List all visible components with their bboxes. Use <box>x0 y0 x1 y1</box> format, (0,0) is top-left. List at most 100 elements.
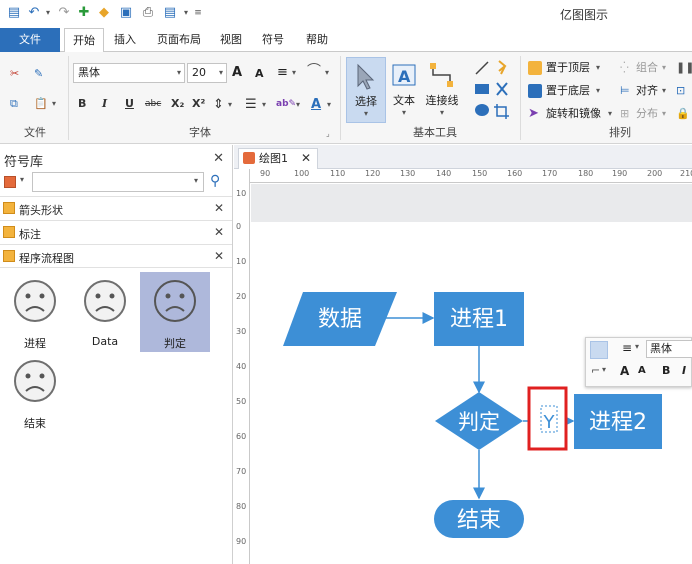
format-painter-icon[interactable]: ✎ <box>34 66 43 82</box>
close-icon[interactable]: ✕ <box>214 201 224 215</box>
print-icon[interactable]: ⎙ <box>140 5 156 21</box>
paste-dropdown-icon[interactable]: ▾ <box>52 96 56 112</box>
category-flowchart[interactable]: 程序流程图 ✕ <box>0 244 232 268</box>
line-spacing-dropdown-icon[interactable]: ▾ <box>228 100 232 109</box>
strikethrough-button[interactable]: abc <box>145 99 161 109</box>
save-icon[interactable]: ▣ <box>118 5 134 21</box>
align-text-dropdown-icon[interactable]: ▾ <box>292 65 296 81</box>
symbol-search-input[interactable] <box>32 172 204 192</box>
connector-style-dropdown-icon[interactable]: ▾ <box>602 365 606 374</box>
library-menu-dropdown-icon[interactable]: ▾ <box>20 175 24 184</box>
symbol-decision[interactable]: 判定 <box>140 272 210 352</box>
align-dropdown-icon[interactable]: ▾ <box>662 83 666 99</box>
customize-toolbar-icon[interactable]: ≡ <box>190 5 206 21</box>
connector-style-icon[interactable]: ⌐ <box>591 364 600 377</box>
shrink-font-button[interactable]: A <box>255 66 264 82</box>
ruler-tick: 200 <box>647 169 663 178</box>
send-to-back-button[interactable]: 置于底层 <box>546 83 590 99</box>
symbol-label: 判定 <box>164 337 186 350</box>
text-tool-button[interactable]: A 文本 ▾ <box>384 57 424 123</box>
search-history-dropdown-icon[interactable]: ▾ <box>194 176 198 185</box>
tab-page-layout[interactable]: 页面布局 <box>150 28 208 52</box>
close-icon[interactable]: ✕ <box>214 249 224 263</box>
tab-help[interactable]: 帮助 <box>300 28 334 52</box>
group-dropdown-icon[interactable]: ▾ <box>662 60 666 76</box>
open-icon[interactable]: ◆ <box>96 5 112 21</box>
tab-symbol[interactable]: 符号 <box>256 28 290 52</box>
close-icon[interactable]: ✕ <box>214 225 224 239</box>
grow-font-button[interactable]: A <box>620 364 629 378</box>
font-color-button[interactable]: A <box>311 97 321 112</box>
curve-tool-icon[interactable] <box>498 60 507 75</box>
grow-font-button[interactable]: A <box>232 65 242 81</box>
ellipse-tool-icon[interactable] <box>475 104 489 116</box>
line-tool-icon[interactable] <box>475 61 489 75</box>
symbol-data[interactable]: Data <box>70 272 140 352</box>
close-icon[interactable]: ✕ <box>301 149 311 168</box>
bring-to-front-button[interactable]: 置于顶层 <box>546 60 590 76</box>
redo-icon[interactable]: ↷ <box>56 5 72 21</box>
text-align-icon[interactable]: ≡ <box>622 341 632 355</box>
export-icon[interactable]: ▤ <box>162 5 178 21</box>
underline-button[interactable]: U <box>125 97 134 110</box>
line-style-dropdown-icon[interactable]: ▾ <box>325 65 329 81</box>
tab-home[interactable]: 开始 <box>64 28 104 53</box>
rotate-mirror-button[interactable]: 旋转和镜像 <box>546 106 601 122</box>
tab-file[interactable]: 文件 <box>0 28 60 52</box>
floating-font-select[interactable]: 黑体 <box>646 340 692 358</box>
new-icon[interactable]: ✚ <box>76 5 92 21</box>
text-highlight-dropdown-icon[interactable]: ▾ <box>296 100 300 109</box>
paste-icon[interactable]: 📋 <box>34 96 48 112</box>
subscript-button[interactable]: X₂ <box>171 97 184 110</box>
search-icon[interactable]: ⚲ <box>210 173 220 189</box>
align-text-icon[interactable]: ≡ <box>277 65 288 81</box>
connector-text[interactable]: Y <box>543 412 556 433</box>
distribute-dropdown-icon[interactable]: ▾ <box>662 106 666 122</box>
lock-icon[interactable]: 🔒 <box>676 106 690 122</box>
italic-button[interactable]: I <box>102 97 107 110</box>
send-to-back-dropdown-icon[interactable]: ▾ <box>596 83 600 99</box>
copy-icon[interactable]: ⧉ <box>10 96 18 112</box>
rotate-mirror-dropdown-icon[interactable]: ▾ <box>608 106 612 122</box>
connector-tool-button[interactable]: 连接线 ▾ <box>420 57 464 123</box>
ungroup-icon[interactable]: ❚❚ <box>676 60 692 76</box>
align-button[interactable]: 对齐 <box>636 83 658 99</box>
undo-dropdown-icon[interactable]: ▾ <box>40 5 56 21</box>
font-dialog-launcher-icon[interactable]: ⌟ <box>326 126 330 142</box>
line-style-icon[interactable]: ⌒ <box>307 63 321 79</box>
floating-italic-button[interactable]: I <box>682 364 686 377</box>
bold-button[interactable]: B <box>78 97 86 110</box>
group-button[interactable]: 组合 <box>636 60 658 76</box>
bullets-dropdown-icon[interactable]: ▾ <box>262 100 266 109</box>
rectangle-tool-icon[interactable] <box>475 84 489 94</box>
shape-tools[interactable] <box>472 58 514 122</box>
bring-to-front-dropdown-icon[interactable]: ▾ <box>596 60 600 76</box>
tab-insert[interactable]: 插入 <box>108 28 142 52</box>
pen-tool-icon[interactable] <box>496 82 508 96</box>
bullets-icon[interactable]: ☰ <box>245 97 257 112</box>
distribute-button[interactable]: 分布 <box>636 106 658 122</box>
line-spacing-icon[interactable]: ⇕ <box>213 97 224 112</box>
ruler-tick: 150 <box>472 169 488 178</box>
symbol-process[interactable]: 进程 <box>0 272 70 352</box>
category-callouts[interactable]: 标注 ✕ <box>0 220 232 244</box>
font-size-select[interactable]: 20 ▾ <box>187 63 227 83</box>
close-icon[interactable]: ✕ <box>213 151 224 166</box>
size-icon[interactable]: ⊡ <box>676 83 685 99</box>
text-highlight-icon[interactable]: ab✎ <box>276 99 296 109</box>
floating-bold-button[interactable]: B <box>662 364 670 377</box>
document-tab[interactable]: 绘图1 ✕ <box>238 148 318 169</box>
cut-icon[interactable]: ✂ <box>10 66 19 82</box>
tab-view[interactable]: 视图 <box>214 28 248 52</box>
shrink-font-button[interactable]: A <box>638 365 646 376</box>
font-family-select[interactable]: 黑体 ▾ <box>73 63 185 83</box>
superscript-button[interactable]: X² <box>192 97 205 110</box>
symbol-end[interactable]: 结束 <box>0 352 70 432</box>
select-pointer-icon[interactable] <box>590 341 608 359</box>
category-arrow-shapes[interactable]: 箭头形状 ✕ <box>0 196 232 220</box>
text-align-dropdown-icon[interactable]: ▾ <box>635 342 639 351</box>
select-tool-button[interactable]: 选择 ▾ <box>346 57 386 123</box>
library-menu-icon[interactable] <box>4 176 16 188</box>
font-color-dropdown-icon[interactable]: ▾ <box>327 100 331 109</box>
crop-tool-icon[interactable] <box>494 104 509 119</box>
